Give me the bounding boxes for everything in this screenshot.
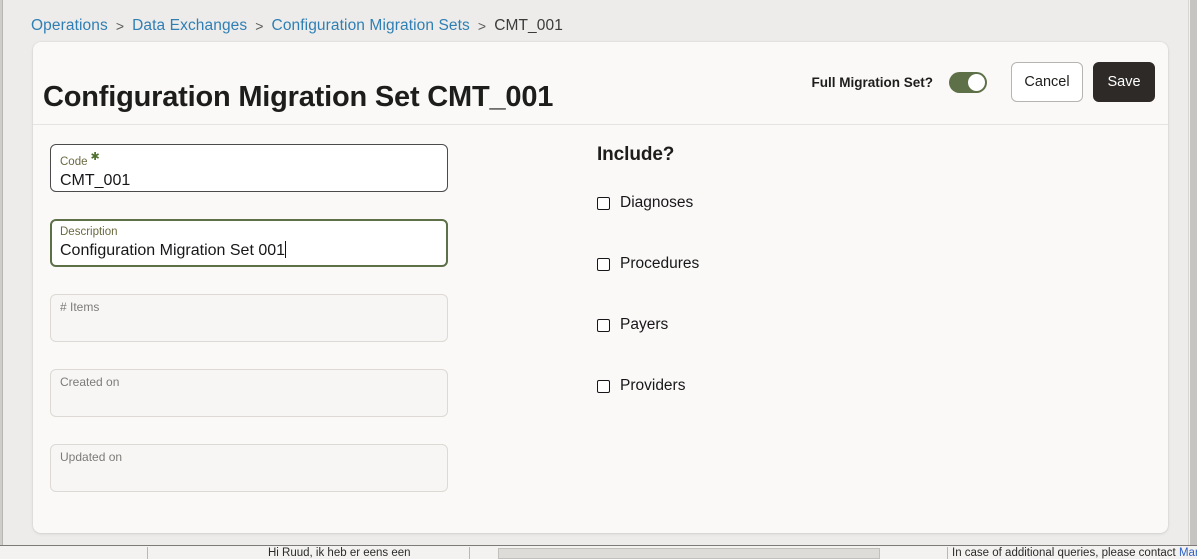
checkbox-label-diagnoses: Diagnoses xyxy=(620,194,694,211)
checkbox-row-procedures[interactable]: Procedures xyxy=(597,254,699,274)
updated-on-field-label: Updated on xyxy=(60,450,123,464)
breadcrumb-item-current: CMT_001 xyxy=(494,17,563,34)
header-actions: Full Migration Set? Cancel Save xyxy=(811,58,1155,106)
breadcrumb-item-configuration-migration-sets[interactable]: Configuration Migration Sets xyxy=(272,17,470,35)
cancel-button[interactable]: Cancel xyxy=(1011,62,1083,102)
text-cursor xyxy=(285,241,287,258)
checkbox-icon[interactable] xyxy=(597,196,610,210)
created-on-field-label: Created on xyxy=(60,375,120,389)
form-column: Code ✱ CMT_001 Description Configuration … xyxy=(50,144,448,519)
card-body: Code ✱ CMT_001 Description Configuration … xyxy=(33,125,1168,533)
toggle-knob xyxy=(968,73,985,91)
breadcrumb-separator: > xyxy=(115,18,125,34)
background-left-text: Hi Ruud, ik heb er eens een xyxy=(268,547,411,559)
page-title: Configuration Migration Set CMT_001 xyxy=(43,81,554,114)
page-viewport: Operations > Data Exchanges > Configurat… xyxy=(4,0,1188,545)
num-items-field-label: # Items xyxy=(60,300,100,314)
num-items-field: # Items xyxy=(50,294,448,342)
breadcrumb: Operations > Data Exchanges > Configurat… xyxy=(31,15,563,37)
background-right-text: In case of additional queries, please co… xyxy=(952,547,1197,559)
required-asterisk-icon: ✱ xyxy=(90,151,100,163)
include-column: Include? Diagnoses Procedures Payers Pro… xyxy=(597,144,997,437)
background-cell xyxy=(880,547,948,559)
detail-card: Configuration Migration Set CMT_001 Full… xyxy=(33,42,1168,533)
checkbox-icon[interactable] xyxy=(597,379,610,393)
background-contact-link[interactable]: Marco Verkerk xyxy=(1179,547,1197,559)
background-window-strip[interactable]: Hi Ruud, ik heb er eens een In case of a… xyxy=(0,545,1197,559)
description-field-label: Description xyxy=(60,226,118,238)
checkbox-icon[interactable] xyxy=(597,257,610,271)
save-button[interactable]: Save xyxy=(1093,62,1155,102)
application-window: Operations > Data Exchanges > Configurat… xyxy=(0,0,1197,559)
code-field-value: CMT_001 xyxy=(60,171,131,189)
checkbox-row-providers[interactable]: Providers xyxy=(597,376,685,396)
description-field[interactable]: Description Configuration Migration Set … xyxy=(50,219,448,267)
checkbox-label-providers: Providers xyxy=(620,377,686,394)
created-on-field: Created on xyxy=(50,369,448,417)
description-field-value: Configuration Migration Set 001 xyxy=(60,241,287,259)
full-migration-set-label: Full Migration Set? xyxy=(811,74,934,90)
breadcrumb-item-data-exchanges[interactable]: Data Exchanges xyxy=(132,17,247,35)
background-cell xyxy=(28,547,148,559)
code-field[interactable]: Code ✱ CMT_001 xyxy=(50,144,448,192)
background-progress-strip xyxy=(498,548,880,559)
include-section-title: Include? xyxy=(597,144,675,165)
full-migration-set-toggle[interactable] xyxy=(949,71,987,93)
checkbox-icon[interactable] xyxy=(597,318,610,332)
code-field-label: Code ✱ xyxy=(60,151,100,168)
card-header: Configuration Migration Set CMT_001 Full… xyxy=(33,42,1168,125)
updated-on-field: Updated on xyxy=(50,444,448,492)
checkbox-label-procedures: Procedures xyxy=(620,255,700,272)
window-left-edge xyxy=(0,0,3,559)
page-scrollbar[interactable] xyxy=(1188,0,1197,559)
breadcrumb-item-operations[interactable]: Operations xyxy=(31,17,108,35)
checkbox-row-payers[interactable]: Payers xyxy=(597,315,668,335)
breadcrumb-separator: > xyxy=(477,18,487,34)
checkbox-row-diagnoses[interactable]: Diagnoses xyxy=(597,193,693,213)
breadcrumb-separator: > xyxy=(255,18,264,34)
page-scrollbar-thumb[interactable] xyxy=(1190,0,1197,559)
checkbox-label-payers: Payers xyxy=(620,316,669,333)
